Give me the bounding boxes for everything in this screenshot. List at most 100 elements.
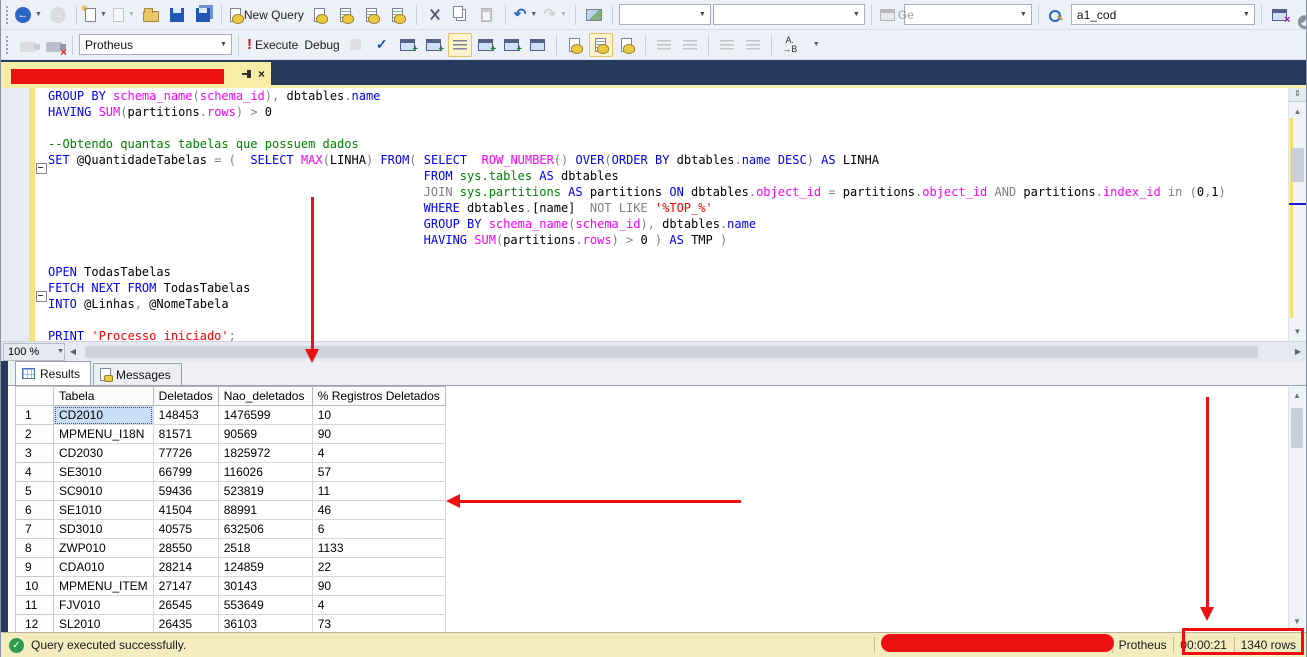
grid-cell[interactable]: 77726 xyxy=(152,443,219,463)
grid-row-number[interactable]: 3 xyxy=(15,443,54,463)
execute-button[interactable]: ! Execute xyxy=(245,33,300,57)
database-engine-query-button[interactable] xyxy=(308,3,332,27)
grid-cell[interactable]: 11 xyxy=(311,481,446,501)
grid-cell[interactable]: 28214 xyxy=(152,557,219,577)
toolbar-grip[interactable] xyxy=(6,5,8,24)
grid-cell[interactable]: CDA010 xyxy=(53,557,154,577)
template-parameters-button[interactable] xyxy=(474,33,498,57)
navigate-forward-button[interactable]: → xyxy=(46,3,70,27)
decrease-indent-button[interactable] xyxy=(715,33,739,57)
grid-cell[interactable]: SE3010 xyxy=(53,462,154,482)
tab-results[interactable]: Results xyxy=(15,361,92,385)
toolbar-combo-1[interactable]: ▼ xyxy=(618,4,711,25)
mdx-query-button[interactable] xyxy=(334,3,358,27)
editor-vertical-scrollbar[interactable]: ⇕ ▲ ▼ xyxy=(1288,88,1306,341)
scrollbar-thumb[interactable] xyxy=(1291,408,1303,448)
new-query-button[interactable]: New Query xyxy=(228,3,306,27)
save-all-button[interactable] xyxy=(191,3,215,27)
grid-cell[interactable]: 10 xyxy=(311,405,446,425)
client-statistics-button[interactable] xyxy=(526,33,550,57)
toolbar-overflow-button[interactable]: ▼ xyxy=(804,33,828,57)
grid-row-number[interactable]: 6 xyxy=(15,500,54,520)
grid-row-number[interactable]: 1 xyxy=(15,405,54,425)
specify-template-values-button[interactable]: A. →B xyxy=(778,33,802,57)
results-to-grid-button[interactable] xyxy=(588,32,613,57)
grid-cell[interactable]: 148453 xyxy=(152,405,219,425)
grid-column-header[interactable]: Tabela xyxy=(53,386,154,406)
grid-cell[interactable]: 6 xyxy=(311,519,446,539)
grid-cell[interactable]: 59436 xyxy=(152,481,219,501)
grid-cell[interactable]: ZWP010 xyxy=(53,538,154,558)
grid-cell[interactable]: 1133 xyxy=(311,538,446,558)
grid-cell[interactable]: SL2010 xyxy=(53,614,154,634)
grid-cell[interactable]: SE1010 xyxy=(53,500,154,520)
results-to-text-button[interactable] xyxy=(563,33,587,57)
editor-zoom-combo[interactable]: 100 % ▼ xyxy=(3,342,65,361)
chevron-down-icon[interactable]: ▼ xyxy=(1239,5,1254,24)
grid-corner-cell[interactable] xyxy=(15,386,54,406)
grid-cell[interactable]: 22 xyxy=(311,557,446,577)
paste-button[interactable] xyxy=(475,3,499,27)
grid-cell[interactable]: CD2010 xyxy=(53,405,154,425)
grid-cell[interactable]: 57 xyxy=(311,462,446,482)
comment-button[interactable] xyxy=(652,33,676,57)
scroll-up-icon[interactable]: ▲ xyxy=(1289,388,1305,403)
grid-cell[interactable]: 30143 xyxy=(217,576,313,596)
toolbar-grip[interactable] xyxy=(6,35,11,54)
tab-messages[interactable]: Messages xyxy=(93,363,182,385)
grid-cell[interactable]: CD2030 xyxy=(53,443,154,463)
grid-cell[interactable]: 46 xyxy=(311,500,446,520)
estimated-plan-button[interactable] xyxy=(396,33,420,57)
find-objects-button[interactable] xyxy=(1045,3,1069,27)
chevron-down-icon[interactable]: ▼ xyxy=(695,5,710,24)
grid-cell[interactable]: 40575 xyxy=(152,519,219,539)
grid-row-number[interactable]: 8 xyxy=(15,538,54,558)
grid-row-number[interactable]: 10 xyxy=(15,576,54,596)
grid-cell[interactable]: MPMENU_ITEM xyxy=(53,576,154,596)
results-to-file-button[interactable] xyxy=(615,33,639,57)
close-icon[interactable]: × xyxy=(258,68,265,80)
grid-cell[interactable]: 81571 xyxy=(152,424,219,444)
open-file-button[interactable] xyxy=(139,3,163,27)
scroll-right-icon[interactable]: ▶ xyxy=(1290,347,1306,356)
grid-column-header[interactable]: % Registros Deletados xyxy=(311,386,446,406)
grid-column-header[interactable]: Deletados xyxy=(152,386,219,406)
query-window-button[interactable] xyxy=(422,33,446,57)
results-vertical-scrollbar[interactable]: ▲ ▼ xyxy=(1288,386,1305,631)
grid-column-header[interactable]: Nao_deletados xyxy=(217,386,313,406)
grid-cell[interactable]: 1476599 xyxy=(217,405,313,425)
grid-cell[interactable]: SC9010 xyxy=(53,481,154,501)
chevron-down-icon[interactable]: ▼ xyxy=(849,5,864,24)
grid-cell[interactable]: 4 xyxy=(311,595,446,615)
search-combo[interactable]: a1_cod ▼ xyxy=(1070,4,1255,25)
grid-cell[interactable]: 36103 xyxy=(217,614,313,634)
grid-cell[interactable]: 90569 xyxy=(217,424,313,444)
grid-cell[interactable]: 1825972 xyxy=(217,443,313,463)
include-actual-plan-button[interactable] xyxy=(500,33,524,57)
query-document-tab[interactable]: × xyxy=(1,62,271,85)
activity-monitor-button[interactable] xyxy=(582,3,606,27)
navigate-back-button[interactable]: ← ▼ xyxy=(13,3,44,27)
ge-button[interactable]: Ge xyxy=(878,3,916,27)
scroll-up-icon[interactable]: ▲ xyxy=(1289,104,1306,119)
scrollbar-thumb[interactable] xyxy=(1291,148,1304,182)
scroll-left-icon[interactable]: ◀ xyxy=(65,347,81,356)
grid-cell[interactable]: MPMENU_I18N xyxy=(53,424,154,444)
grid-cell[interactable]: 73 xyxy=(311,614,446,634)
hscrollbar-thumb[interactable] xyxy=(85,345,1258,358)
xmla-query-button[interactable] xyxy=(386,3,410,27)
save-button[interactable] xyxy=(165,3,189,27)
search-input[interactable]: a1_cod xyxy=(1072,8,1239,22)
toolbar-combo-3[interactable]: ▼ xyxy=(903,4,1032,25)
redo-button[interactable]: ↷ ▼ xyxy=(541,3,569,27)
scroll-down-icon[interactable]: ▼ xyxy=(1289,614,1305,629)
editor-horizontal-scrollbar[interactable] xyxy=(81,344,1288,360)
stop-button[interactable] xyxy=(344,33,368,57)
toolbar-combo-2[interactable]: ▼ xyxy=(712,4,865,25)
connect-button[interactable] xyxy=(16,33,40,57)
parse-button[interactable]: ✓ xyxy=(370,33,394,57)
grid-cell[interactable]: 116026 xyxy=(217,462,313,482)
scroll-down-icon[interactable]: ▼ xyxy=(1289,324,1306,339)
available-databases-combo[interactable]: Protheus ▼ xyxy=(79,34,232,55)
copy-button[interactable] xyxy=(449,3,473,27)
